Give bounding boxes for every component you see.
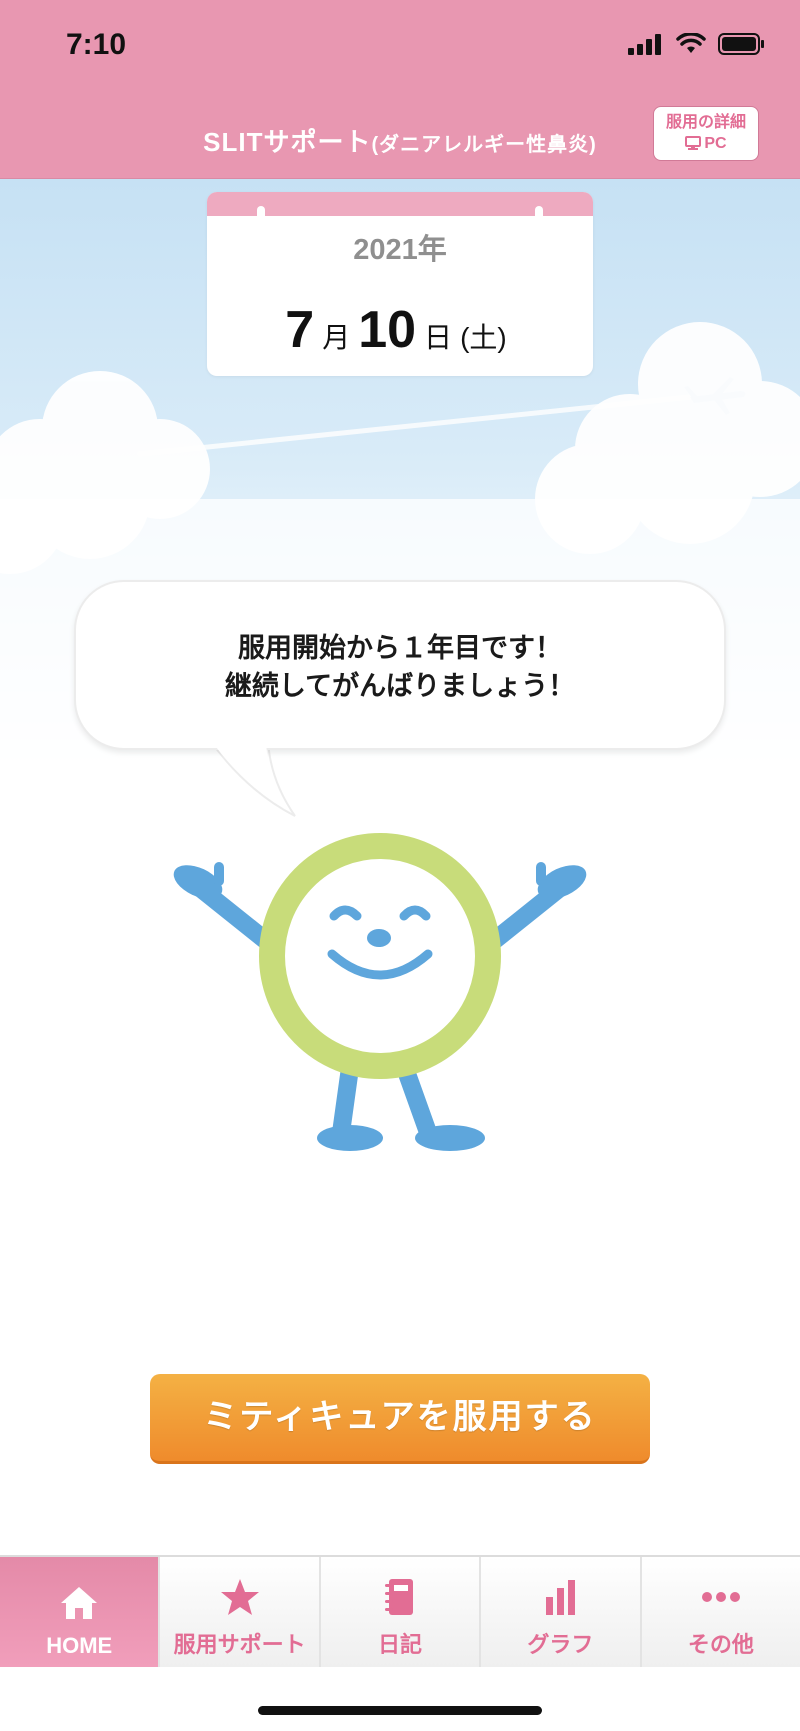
- star-icon: [220, 1579, 259, 1615]
- date-calendar-card: 2021年 7 月 10 日 (土): [207, 192, 593, 376]
- tab-dose-support-label: 服用サポート: [173, 1632, 306, 1657]
- tab-diary-label: 日記: [378, 1632, 423, 1657]
- signal-icon: [628, 34, 661, 55]
- calendar-month: 7: [285, 301, 315, 359]
- take-medication-button[interactable]: ミティキュアを服用する: [150, 1374, 650, 1464]
- tab-dose-support[interactable]: 服用サポート: [160, 1557, 321, 1667]
- tab-home[interactable]: HOME: [0, 1557, 161, 1667]
- calendar-ring-right: [535, 206, 543, 222]
- app-title-sub: (ダニアレルギー性鼻炎): [371, 134, 597, 156]
- calendar-month-unit: 月: [322, 322, 351, 353]
- bottom-tab-bar: HOME 服用サポート 日記 グラフ その他: [0, 1555, 800, 1667]
- calendar-weekday: (土): [460, 322, 507, 353]
- tab-graph[interactable]: グラフ: [481, 1557, 642, 1667]
- tab-graph-label: グラフ: [527, 1632, 594, 1657]
- calendar-date: 7 月 10 日 (土): [207, 300, 593, 360]
- app-title-main: SLITサポート: [203, 127, 372, 157]
- calendar-ring-left: [257, 206, 265, 222]
- home-icon: [61, 1587, 98, 1619]
- status-icons: [628, 32, 766, 56]
- mascot-character: [173, 833, 587, 1151]
- home-indicator[interactable]: [258, 1706, 542, 1715]
- tab-diary[interactable]: 日記: [320, 1557, 482, 1667]
- notebook-icon: [385, 1579, 414, 1615]
- more-dots-icon: [701, 1592, 740, 1602]
- wifi-icon: [676, 33, 706, 53]
- calendar-binding: [207, 192, 593, 222]
- battery-icon: [718, 33, 764, 55]
- bar-chart-icon: [546, 1580, 576, 1615]
- calendar-day-unit: 日: [424, 322, 453, 353]
- speech-bubble: 服用開始から１年目です！ 継続してがんばりましょう！: [70, 580, 730, 820]
- app-header: 7:10 SLITサポート(ダニアレルギー性鼻炎) 服用の詳細 PC: [0, 0, 800, 179]
- status-time: 7:10: [66, 28, 127, 61]
- pc-label: PC: [704, 135, 727, 152]
- speech-bubble-tail-cover: [213, 743, 290, 810]
- pc-button-label: 服用の詳細: [665, 114, 746, 131]
- calendar-day: 10: [358, 301, 417, 359]
- tab-other-label: その他: [687, 1632, 754, 1657]
- pc-button-sub: PC: [654, 133, 758, 154]
- tab-home-label: HOME: [46, 1633, 113, 1658]
- dose-details-pc-button[interactable]: 服用の詳細 PC: [653, 106, 759, 161]
- tab-other[interactable]: その他: [641, 1557, 800, 1667]
- calendar-year: 2021年: [353, 234, 447, 266]
- computer-icon: [685, 136, 702, 150]
